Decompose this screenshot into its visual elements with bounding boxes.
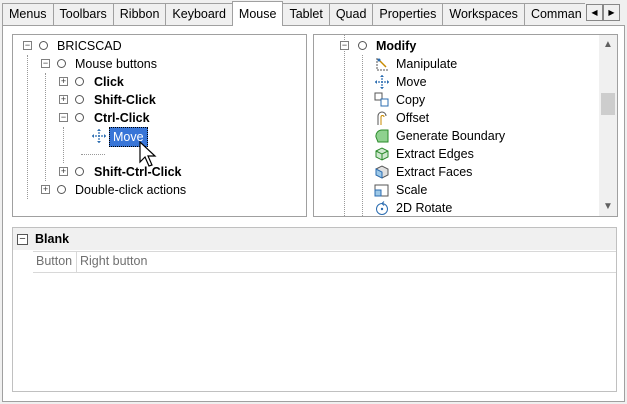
scroll-down-arrow-icon[interactable]: ▼ (599, 198, 617, 215)
command-manipulate[interactable]: Manipulate (314, 55, 594, 73)
command-generate-boundary[interactable]: Generate Boundary (314, 127, 594, 145)
tree-label: Scale (396, 183, 428, 197)
expand-icon[interactable]: + (59, 167, 68, 176)
node-circle-icon (75, 77, 84, 86)
tab-strip: Menus Toolbars Ribbon Keyboard Mouse Tablet Qu… (2, 1, 585, 26)
expand-icon[interactable]: + (59, 77, 68, 86)
tree-label: Ctrl-Click (94, 111, 150, 125)
tree-label: Mouse buttons (75, 57, 157, 71)
command-scale[interactable]: Scale (314, 181, 594, 199)
command-copy[interactable]: Copy (314, 91, 594, 109)
tree-node-double-click-actions[interactable]: + Double-click actions (13, 181, 303, 199)
tree-node-shift-click[interactable]: + Shift-Click (13, 91, 303, 109)
tree-label: Extract Faces (396, 165, 473, 179)
command-2d-rotate[interactable]: 2D Rotate (314, 199, 594, 216)
tab-tablet[interactable]: Tablet (282, 3, 330, 25)
rotate-icon (376, 201, 388, 215)
tree-label: Copy (396, 93, 426, 107)
properties-row[interactable]: Button Right button (33, 251, 616, 273)
tree-label: Click (94, 75, 124, 89)
tab-menus[interactable]: Menus (2, 3, 54, 25)
tab-mouse[interactable]: Mouse (231, 1, 284, 26)
tree-label: Extract Edges (396, 147, 474, 161)
tab-bar: Menus Toolbars Ribbon Keyboard Mouse Tablet Qu… (0, 0, 627, 26)
commands-tree[interactable]: − Modify Manipulate Move Copy Offset Gen… (313, 34, 618, 217)
node-circle-icon (358, 41, 367, 50)
node-circle-icon (57, 59, 66, 68)
node-circle-icon (75, 167, 84, 176)
move-icon (375, 75, 389, 89)
collapse-icon[interactable]: − (340, 41, 349, 50)
properties-grid[interactable]: − Blank Button Right button (12, 227, 617, 392)
collapse-icon[interactable]: − (17, 234, 28, 245)
collapse-icon[interactable]: − (23, 41, 32, 50)
properties-title: Blank (35, 232, 70, 246)
scroll-up-arrow-icon[interactable]: ▲ (599, 36, 617, 53)
tree-node-bricscad[interactable]: − BRICSCAD (13, 37, 303, 55)
property-name-cell: Button (33, 252, 77, 272)
tab-scroll-left-button[interactable]: ◀ (586, 4, 603, 21)
tree-node-ctrl-click[interactable]: − Ctrl-Click (13, 109, 303, 127)
command-extract-edges[interactable]: Extract Edges (314, 145, 594, 163)
tree-label: Shift-Click (94, 93, 156, 107)
tab-scroll-buttons: ◀ ▶ (586, 4, 620, 21)
tree-label: Double-click actions (75, 183, 187, 197)
offset-icon (377, 111, 387, 125)
command-offset[interactable]: Offset (314, 109, 594, 127)
tree-label: Offset (396, 111, 430, 125)
extract-edges-icon (375, 147, 389, 161)
tree-node-mouse-buttons[interactable]: − Mouse buttons (13, 55, 303, 73)
mouse-tab-content: − BRICSCAD − Mouse buttons + Click + Shi… (2, 25, 625, 402)
tab-ribbon[interactable]: Ribbon (112, 3, 167, 25)
tree-node-click[interactable]: + Click (13, 73, 303, 91)
tree-node-shift-ctrl-click[interactable]: + Shift-Ctrl-Click (13, 163, 303, 181)
extract-faces-icon (375, 165, 389, 179)
tab-keyboard[interactable]: Keyboard (165, 3, 233, 25)
node-circle-icon (39, 41, 48, 50)
expand-icon[interactable]: + (41, 185, 50, 194)
tree-label: 2D Rotate (396, 201, 453, 215)
tab-quad[interactable]: Quad (328, 3, 374, 25)
tab-comman[interactable]: Comman (523, 3, 585, 25)
move-icon (92, 129, 106, 143)
tree-label: Shift-Ctrl-Click (94, 165, 182, 179)
copy-icon (374, 92, 389, 107)
tab-workspaces[interactable]: Workspaces (442, 3, 525, 25)
scale-icon (374, 184, 389, 197)
collapse-icon[interactable]: − (41, 59, 50, 68)
node-circle-icon (57, 185, 66, 194)
expand-icon[interactable]: + (59, 95, 68, 104)
commands-scrollbar[interactable]: ▲ ▼ (599, 35, 617, 216)
boundary-icon (375, 129, 389, 143)
properties-header: − Blank (13, 228, 616, 250)
node-circle-icon (75, 113, 84, 122)
tab-scroll-right-button[interactable]: ▶ (603, 4, 620, 21)
node-circle-icon (75, 95, 84, 104)
tab-properties[interactable]: Properties (372, 3, 444, 25)
tab-toolbars[interactable]: Toolbars (52, 3, 114, 25)
manipulate-icon (376, 58, 388, 71)
tree-label: Generate Boundary (396, 129, 506, 143)
tree-label: Modify (376, 39, 417, 53)
collapse-icon[interactable]: − (59, 113, 68, 122)
property-value-cell[interactable]: Right button (77, 252, 616, 272)
command-move[interactable]: Move (314, 73, 594, 91)
mouse-buttons-tree[interactable]: − BRICSCAD − Mouse buttons + Click + Shi… (12, 34, 307, 217)
tree-label: BRICSCAD (57, 39, 122, 53)
tree-node-modify[interactable]: − Modify (314, 37, 594, 55)
tree-label: Manipulate (396, 57, 458, 71)
command-extract-faces[interactable]: Extract Faces (314, 163, 594, 181)
tree-label: Move (396, 75, 427, 89)
scrollbar-thumb[interactable] (601, 93, 615, 115)
